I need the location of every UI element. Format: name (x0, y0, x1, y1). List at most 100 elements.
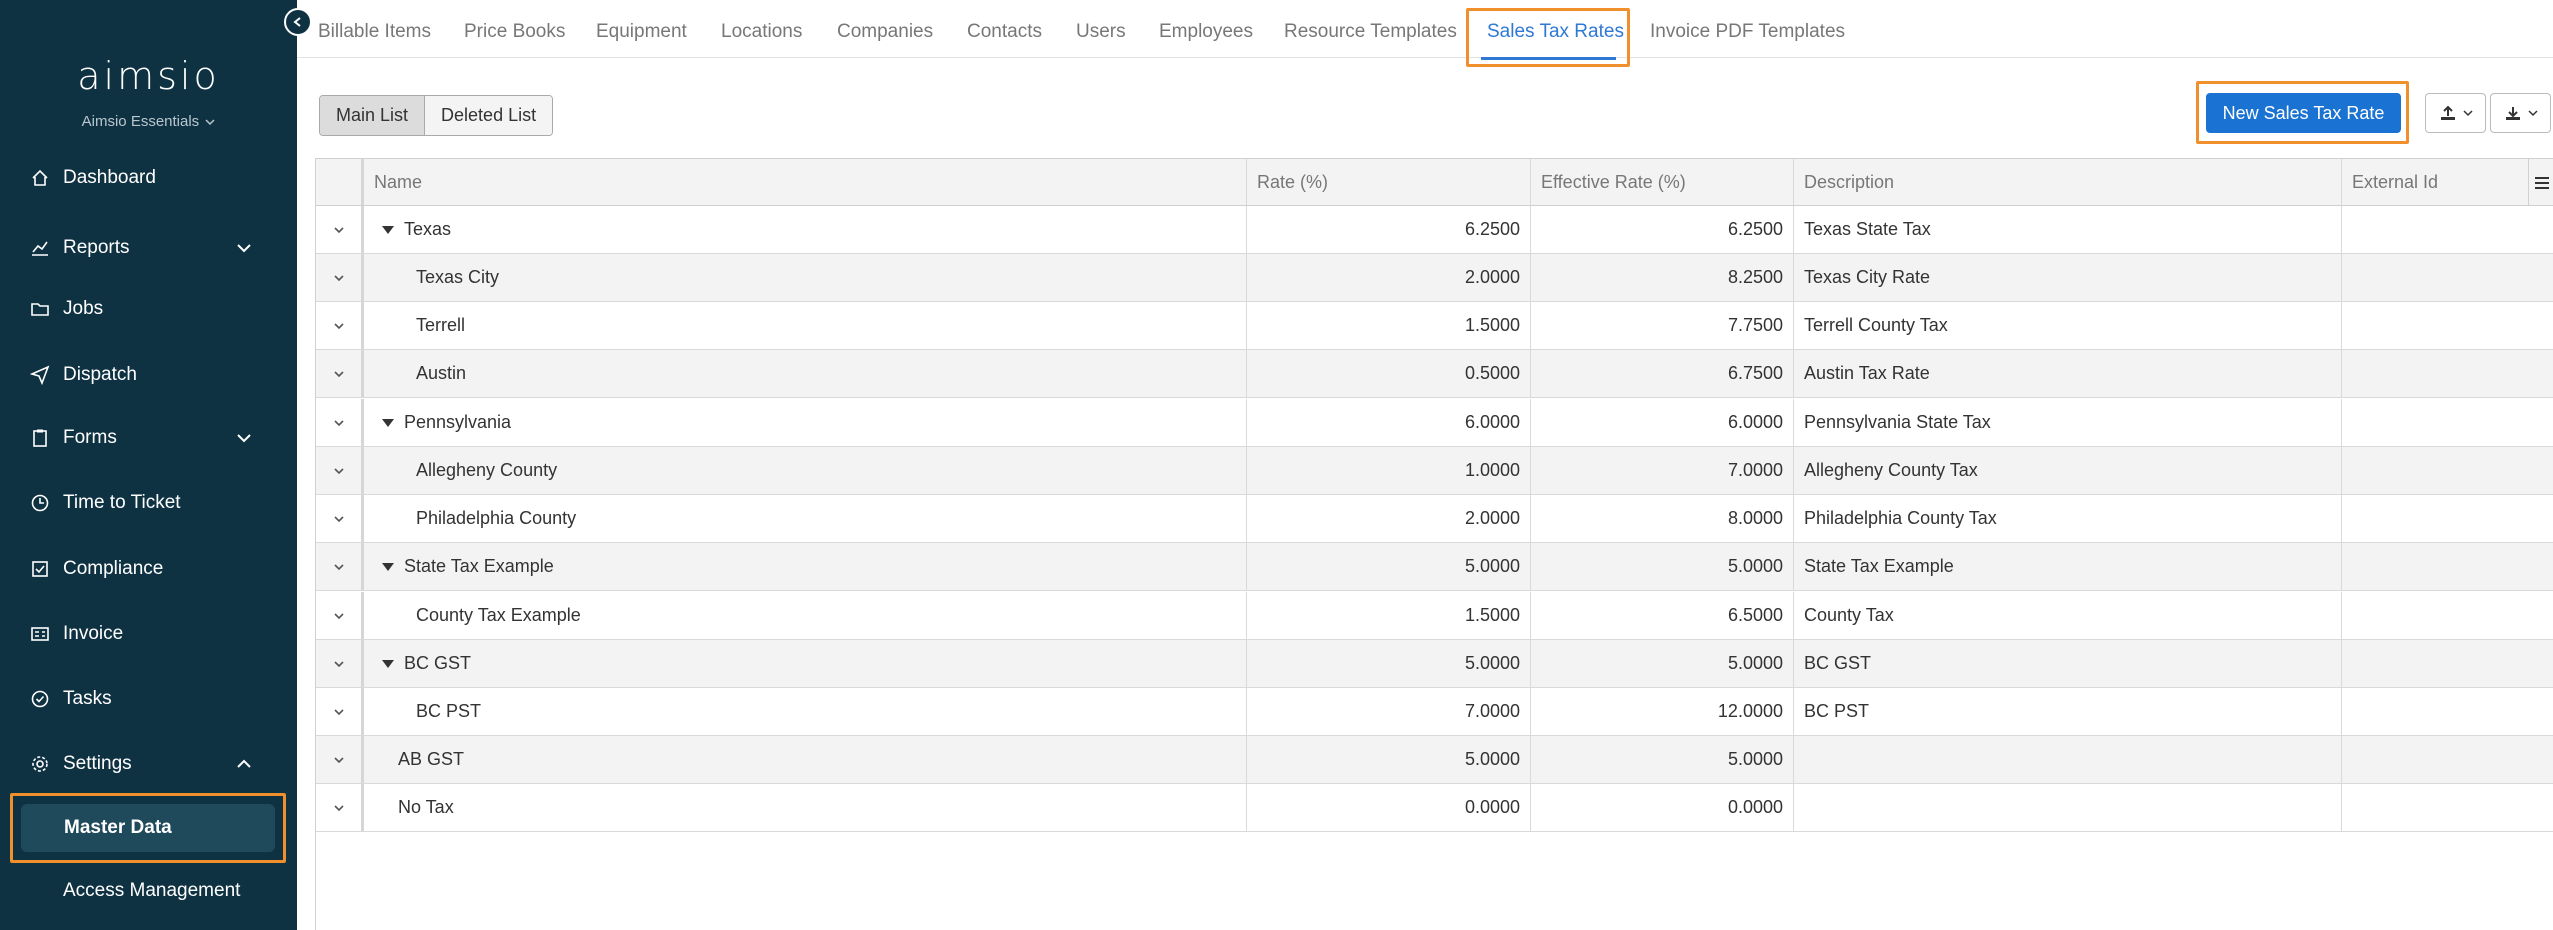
row-expand-button[interactable] (316, 688, 364, 735)
nav-compliance[interactable]: Compliance (0, 544, 297, 594)
cell-rate: 2.0000 (1247, 254, 1531, 301)
new-sales-tax-rate-button[interactable]: New Sales Tax Rate (2206, 93, 2401, 133)
nav-time-to-ticket[interactable]: Time to Ticket (0, 478, 297, 528)
tab-billable-items[interactable]: Billable Items (318, 21, 431, 43)
column-header-rate[interactable]: Rate (%) (1247, 159, 1531, 205)
upload-button[interactable] (2425, 93, 2486, 133)
cell-effective-rate: 6.7500 (1531, 350, 1794, 397)
row-expand-button[interactable] (316, 784, 364, 831)
cell-rate: 6.0000 (1247, 399, 1531, 446)
tab-locations[interactable]: Locations (721, 21, 802, 43)
table-row[interactable]: Texas City 2.0000 8.2500 Texas City Rate (316, 254, 2553, 302)
main-list-button[interactable]: Main List (320, 96, 426, 135)
table-row[interactable]: Allegheny County 1.0000 7.0000 Allegheny Co… (316, 447, 2553, 495)
table-row[interactable]: BC GST 5.0000 5.0000 BC GST (316, 640, 2553, 688)
tab-companies[interactable]: Companies (837, 21, 933, 43)
row-expand-button[interactable] (316, 640, 364, 687)
row-name: Pennsylvania (404, 412, 512, 432)
download-button[interactable] (2490, 93, 2551, 133)
row-expand-button[interactable] (316, 399, 364, 446)
list-toggle: Main List Deleted List (319, 95, 554, 136)
tree-caret-icon[interactable] (382, 562, 394, 571)
table-row[interactable]: Austin 0.5000 6.7500 Austin Tax Rate (316, 350, 2553, 398)
chevron-left-icon (293, 17, 301, 27)
tab-equipment[interactable]: Equipment (596, 21, 687, 43)
row-expand-button[interactable] (316, 350, 364, 397)
cell-rate: 5.0000 (1247, 543, 1531, 590)
tree-caret-icon[interactable] (382, 659, 394, 668)
column-header-name[interactable]: Name (364, 159, 1247, 205)
table-row[interactable]: Terrell 1.5000 7.7500 Terrell County Tax (316, 302, 2553, 350)
tab-contacts[interactable]: Contacts (967, 21, 1042, 43)
nav-label: Dashboard (63, 167, 156, 188)
cell-rate: 6.2500 (1247, 206, 1531, 253)
cell-name: Terrell (364, 302, 1247, 349)
chevron-up-icon (237, 759, 251, 768)
cell-external-id (2342, 399, 2553, 446)
home-icon (30, 168, 50, 188)
nav-jobs[interactable]: Jobs (0, 284, 297, 334)
tree-caret-icon[interactable] (382, 225, 394, 234)
column-header-description[interactable]: Description (1794, 159, 2342, 205)
table-row[interactable]: AB GST 5.0000 5.0000 (316, 736, 2553, 784)
table-row[interactable]: Pennsylvania 6.0000 6.0000 Pennsylvania Sta… (316, 399, 2553, 447)
nav-access-management[interactable]: Access Management (63, 880, 240, 902)
cell-external-id (2342, 784, 2553, 831)
chevron-down-icon (333, 322, 344, 329)
cell-description: County Tax (1794, 592, 2342, 639)
table-row[interactable]: Philadelphia County 2.0000 8.0000 Philadelp… (316, 495, 2553, 543)
cell-name: No Tax (364, 784, 1247, 831)
table-row[interactable]: County Tax Example 1.5000 6.5000 County Tax (316, 592, 2553, 640)
cell-description: Philadelphia County Tax (1794, 495, 2342, 542)
table-row[interactable]: State Tax Example 5.0000 5.0000 State Tax E… (316, 543, 2553, 591)
row-expand-button[interactable] (316, 736, 364, 783)
chevron-down-icon (333, 226, 344, 233)
aimsio-logo[interactable]: aimsio (0, 54, 297, 98)
invoice-icon (30, 624, 50, 644)
row-expand-button[interactable] (316, 447, 364, 494)
nav-dispatch[interactable]: Dispatch (0, 350, 297, 400)
nav-dashboard[interactable]: Dashboard (0, 153, 297, 203)
tree-caret-icon[interactable] (382, 418, 394, 427)
org-name: Aimsio Essentials (81, 113, 200, 130)
column-header-effective-rate[interactable]: Effective Rate (%) (1531, 159, 1794, 205)
nav-reports[interactable]: Reports (0, 223, 297, 273)
row-expand-button[interactable] (316, 254, 364, 301)
cell-description: State Tax Example (1794, 543, 2342, 590)
nav-settings[interactable]: Settings (0, 739, 297, 789)
org-switcher[interactable]: Aimsio Essentials (0, 113, 297, 130)
collapse-sidebar-button[interactable] (284, 8, 312, 36)
tab-employees[interactable]: Employees (1159, 21, 1253, 43)
tab-invoice-pdf-templates[interactable]: Invoice PDF Templates (1650, 21, 1845, 43)
compliance-icon (30, 559, 50, 579)
row-expand-button[interactable] (316, 543, 364, 590)
gear-icon (30, 754, 50, 774)
row-expand-button[interactable] (316, 302, 364, 349)
tab-users[interactable]: Users (1076, 21, 1126, 43)
column-menu-button[interactable] (2528, 159, 2553, 206)
table-row[interactable]: Texas 6.2500 6.2500 Texas State Tax (316, 206, 2553, 254)
nav-forms[interactable]: Forms (0, 413, 297, 463)
row-expand-button[interactable] (316, 592, 364, 639)
cell-effective-rate: 5.0000 (1531, 640, 1794, 687)
cell-name: Austin (364, 350, 1247, 397)
column-header-external-id[interactable]: External Id (2342, 159, 2553, 205)
table-row[interactable]: No Tax 0.0000 0.0000 (316, 784, 2553, 832)
deleted-list-button[interactable]: Deleted List (425, 96, 553, 135)
tab-price-books[interactable]: Price Books (464, 21, 565, 43)
table-row[interactable]: BC PST 7.0000 12.0000 BC PST (316, 688, 2553, 736)
chevron-down-icon (333, 804, 344, 811)
tab-resource-templates[interactable]: Resource Templates (1284, 21, 1457, 43)
cell-external-id (2342, 495, 2553, 542)
cell-description (1794, 784, 2342, 831)
clock-icon (30, 493, 50, 513)
expander-header (316, 159, 364, 205)
nav-invoice[interactable]: Invoice (0, 609, 297, 659)
nav-tasks[interactable]: Tasks (0, 674, 297, 724)
active-tab-underline (1481, 57, 1616, 60)
row-expand-button[interactable] (316, 206, 364, 253)
row-name: Texas City (416, 267, 500, 287)
row-expand-button[interactable] (316, 495, 364, 542)
nav-master-data[interactable]: Master Data (21, 804, 275, 852)
cell-rate: 0.0000 (1247, 784, 1531, 831)
